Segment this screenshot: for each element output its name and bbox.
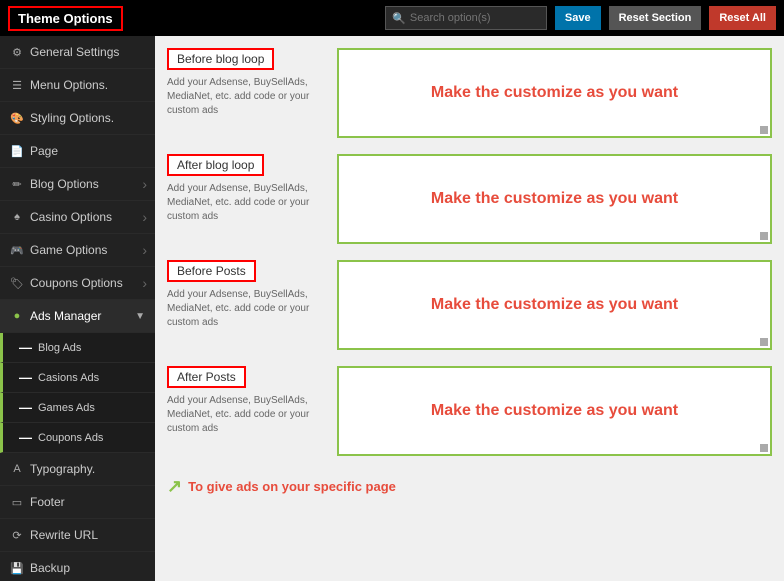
before-posts-section: Before Posts Add your Adsense, BuySellAd… [167, 260, 772, 350]
sidebar-label: General Settings [30, 45, 119, 59]
search-input[interactable] [410, 12, 540, 24]
layout: ⚙ General Settings ☰ Menu Options. 🎨 Sty… [0, 36, 784, 581]
resize-handle[interactable] [760, 232, 768, 240]
sidebar-item-general-settings[interactable]: ⚙ General Settings [0, 36, 155, 69]
sidebar: ⚙ General Settings ☰ Menu Options. 🎨 Sty… [0, 36, 155, 581]
after-posts-desc: Add your Adsense, BuySellAds, MediaNet, … [167, 394, 327, 436]
resize-handle[interactable] [760, 444, 768, 452]
sidebar-item-backup[interactable]: 💾 Backup [0, 552, 155, 581]
resize-handle[interactable] [760, 338, 768, 346]
dash-icon: — [19, 400, 32, 415]
app-title: Theme Options [8, 6, 123, 31]
annotation-text: To give ads on your specific page [188, 479, 396, 494]
resize-handle[interactable] [760, 126, 768, 134]
submenu-label: Casions Ads [38, 372, 99, 384]
styling-icon: 🎨 [10, 111, 24, 125]
sidebar-label: Rewrite URL [30, 528, 98, 542]
before-blog-loop-title: Before blog loop [167, 48, 274, 70]
sidebar-item-blog-options[interactable]: ✏ Blog Options [0, 168, 155, 201]
typography-icon: A [10, 462, 24, 476]
after-blog-loop-textarea[interactable]: Make the customize as you want [337, 154, 772, 244]
sidebar-label: Blog Options [30, 177, 99, 191]
sidebar-item-menu-options[interactable]: ☰ Menu Options. [0, 69, 155, 102]
sidebar-label: Coupons Options [30, 276, 123, 290]
rewrite-icon: ⟳ [10, 528, 24, 542]
sidebar-label: Menu Options. [30, 78, 108, 92]
bottom-annotation: ↗ To give ads on your specific page [167, 472, 772, 501]
blog-icon: ✏ [10, 177, 24, 191]
before-posts-textarea[interactable]: Make the customize as you want [337, 260, 772, 350]
annotation-arrow-icon: ↗ [167, 476, 182, 497]
sidebar-label: Game Options [30, 243, 107, 257]
sidebar-label: Styling Options. [30, 111, 114, 125]
sidebar-label: Footer [30, 495, 65, 509]
casino-icon: ♠ [10, 210, 24, 224]
before-blog-loop-desc: Add your Adsense, BuySellAds, MediaNet, … [167, 76, 327, 118]
sidebar-item-casions-ads[interactable]: — Casions Ads [0, 363, 155, 393]
coupons-icon: 🏷 [10, 276, 24, 290]
sidebar-label: Casino Options [30, 210, 112, 224]
sidebar-item-footer[interactable]: ▭ Footer [0, 486, 155, 519]
backup-icon: 💾 [10, 561, 24, 575]
main-content: Before blog loop Add your Adsense, BuySe… [155, 36, 784, 581]
after-posts-section: After Posts Add your Adsense, BuySellAds… [167, 366, 772, 456]
after-blog-loop-left: After blog loop Add your Adsense, BuySel… [167, 154, 327, 244]
after-blog-loop-section: After blog loop Add your Adsense, BuySel… [167, 154, 772, 244]
sidebar-label: Page [30, 144, 58, 158]
after-blog-loop-placeholder: Make the customize as you want [421, 180, 688, 218]
after-posts-placeholder: Make the customize as you want [421, 392, 688, 430]
reset-section-button[interactable]: Reset Section [609, 6, 702, 30]
sidebar-item-games-ads[interactable]: — Games Ads [0, 393, 155, 423]
submenu-label: Blog Ads [38, 342, 81, 354]
settings-icon: ⚙ [10, 45, 24, 59]
after-blog-loop-title: After blog loop [167, 154, 264, 176]
menu-icon: ☰ [10, 78, 24, 92]
save-button[interactable]: Save [555, 6, 601, 30]
sidebar-item-page[interactable]: 📄 Page [0, 135, 155, 168]
sidebar-item-coupons-options[interactable]: 🏷 Coupons Options [0, 267, 155, 300]
sidebar-item-coupons-ads[interactable]: — Coupons Ads [0, 423, 155, 453]
sidebar-label: Typography. [30, 462, 95, 476]
before-blog-loop-section: Before blog loop Add your Adsense, BuySe… [167, 48, 772, 138]
after-blog-loop-desc: Add your Adsense, BuySellAds, MediaNet, … [167, 182, 327, 224]
sidebar-label: Backup [30, 561, 70, 575]
dash-icon: — [19, 370, 32, 385]
sidebar-label: Ads Manager [30, 309, 101, 323]
sidebar-item-ads-manager[interactable]: ● Ads Manager ▼ [0, 300, 155, 333]
sidebar-item-blog-ads[interactable]: — Blog Ads [0, 333, 155, 363]
footer-icon: ▭ [10, 495, 24, 509]
chevron-down-icon: ▼ [135, 311, 145, 322]
before-blog-loop-placeholder: Make the customize as you want [421, 74, 688, 112]
after-posts-left: After Posts Add your Adsense, BuySellAds… [167, 366, 327, 456]
before-posts-placeholder: Make the customize as you want [421, 286, 688, 324]
before-posts-title: Before Posts [167, 260, 256, 282]
before-blog-loop-textarea[interactable]: Make the customize as you want [337, 48, 772, 138]
submenu-label: Games Ads [38, 402, 95, 414]
before-blog-loop-left: Before blog loop Add your Adsense, BuySe… [167, 48, 327, 138]
before-posts-left: Before Posts Add your Adsense, BuySellAd… [167, 260, 327, 350]
after-posts-title: After Posts [167, 366, 246, 388]
game-icon: 🎮 [10, 243, 24, 257]
sidebar-item-styling-options[interactable]: 🎨 Styling Options. [0, 102, 155, 135]
before-posts-desc: Add your Adsense, BuySellAds, MediaNet, … [167, 288, 327, 330]
sidebar-item-typography[interactable]: A Typography. [0, 453, 155, 486]
page-icon: 📄 [10, 144, 24, 158]
reset-all-button[interactable]: Reset All [709, 6, 776, 30]
dash-icon: — [19, 430, 32, 445]
header: Theme Options 🔍 Save Reset Section Reset… [0, 0, 784, 36]
submenu-label: Coupons Ads [38, 432, 103, 444]
sidebar-item-rewrite-url[interactable]: ⟳ Rewrite URL [0, 519, 155, 552]
dash-icon: — [19, 340, 32, 355]
after-posts-textarea[interactable]: Make the customize as you want [337, 366, 772, 456]
ads-manager-submenu: — Blog Ads — Casions Ads — Games Ads — C… [0, 333, 155, 453]
search-wrap: 🔍 [385, 6, 547, 30]
ads-icon: ● [10, 309, 24, 323]
sidebar-item-game-options[interactable]: 🎮 Game Options [0, 234, 155, 267]
sidebar-item-casino-options[interactable]: ♠ Casino Options [0, 201, 155, 234]
search-icon: 🔍 [392, 12, 406, 25]
